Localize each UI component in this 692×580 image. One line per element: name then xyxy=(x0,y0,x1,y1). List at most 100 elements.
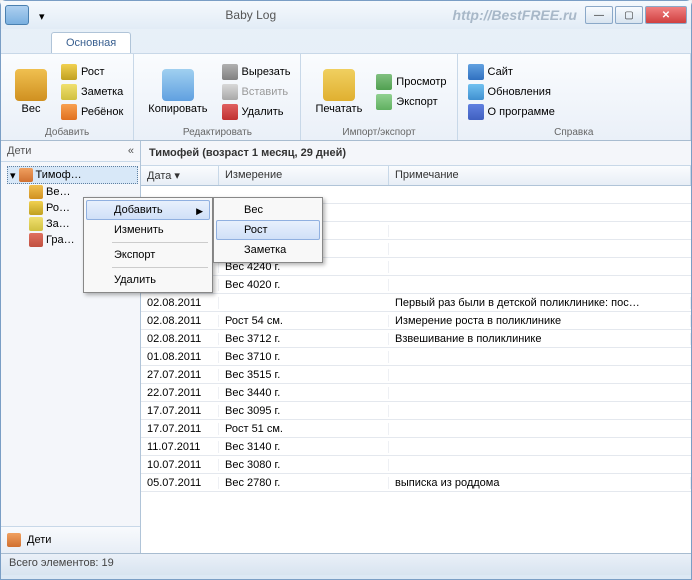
site-button[interactable]: Сайт xyxy=(466,63,557,81)
tree-item-child[interactable]: ▾ Тимоф… xyxy=(7,166,138,184)
ctx-sub-height[interactable]: Рост xyxy=(216,220,320,240)
globe-icon xyxy=(468,64,484,80)
separator xyxy=(112,267,208,268)
maximize-button[interactable]: ▢ xyxy=(615,6,643,24)
context-menu: Добавить▶ Изменить Экспорт Удалить xyxy=(83,197,213,293)
minimize-button[interactable]: — xyxy=(585,6,613,24)
ctx-export[interactable]: Экспорт xyxy=(86,245,210,265)
chart-icon xyxy=(29,233,43,247)
cell-measurement: Вес 3712 г. xyxy=(219,333,389,345)
table-row[interactable]: 11.07.2011Вес 3140 г. xyxy=(141,438,691,456)
cell-date: 11.07.2011 xyxy=(141,441,219,453)
grid-header: Дата ▾ Измерение Примечание xyxy=(141,166,691,186)
export-icon xyxy=(376,94,392,110)
info-icon xyxy=(468,104,484,120)
table-row[interactable]: 08.08.2011Вес 4020 г. xyxy=(141,276,691,294)
close-button[interactable]: ✕ xyxy=(645,6,687,24)
ctx-edit[interactable]: Изменить xyxy=(86,220,210,240)
tab-main[interactable]: Основная xyxy=(51,32,131,53)
qat-dropdown-icon[interactable]: ▾ xyxy=(39,10,49,20)
view-button[interactable]: Просмотр xyxy=(374,73,448,91)
table-row[interactable]: 02.08.2011Вес 3712 г.Взвешивание в полик… xyxy=(141,330,691,348)
cell-date: 10.07.2011 xyxy=(141,459,219,471)
cell-measurement: Рост 54 см. xyxy=(219,315,389,327)
app-window: ▾ Baby Log http://BestFREE.ru — ▢ ✕ Осно… xyxy=(0,0,692,580)
ctx-delete[interactable]: Удалить xyxy=(86,270,210,290)
table-row[interactable]: 17.07.2011Рост 51 см. xyxy=(141,420,691,438)
window-title: Baby Log xyxy=(49,8,453,22)
table-row[interactable]: 10.07.2011Вес 3080 г. xyxy=(141,456,691,474)
cell-measurement: Вес 3080 г. xyxy=(219,459,389,471)
app-icon[interactable] xyxy=(5,5,29,25)
ribbon-tabs: Основная xyxy=(1,29,691,53)
cell-date: 02.08.2011 xyxy=(141,333,219,345)
refresh-icon xyxy=(468,84,484,100)
sidebar-footer[interactable]: Дети xyxy=(1,526,140,553)
collapse-icon[interactable]: « xyxy=(128,145,134,157)
ctx-sub-note[interactable]: Заметка xyxy=(216,240,320,260)
cell-date: 22.07.2011 xyxy=(141,387,219,399)
paste-button[interactable]: Вставить xyxy=(220,83,293,101)
person-icon xyxy=(19,168,33,182)
cell-note: выписка из роддома xyxy=(389,477,691,489)
cell-date: 02.08.2011 xyxy=(141,315,219,327)
ctx-add[interactable]: Добавить▶ xyxy=(86,200,210,220)
ribbon-group-edit: Копировать Вырезать Вставить Удалить Ред… xyxy=(134,54,301,140)
cell-note: Первый раз были в детской поликлинике: п… xyxy=(389,297,691,309)
ruler-icon xyxy=(29,201,43,215)
column-measurement[interactable]: Измерение xyxy=(219,166,389,185)
column-note[interactable]: Примечание xyxy=(389,166,691,185)
table-row[interactable]: 02.08.2011 Первый раз были в детской поли… xyxy=(141,294,691,312)
table-row[interactable]: 02.08.2011Рост 54 см.Измерение роста в п… xyxy=(141,312,691,330)
scale-icon xyxy=(29,185,43,199)
cell-date: 17.07.2011 xyxy=(141,423,219,435)
child-button[interactable]: Ребёнок xyxy=(59,103,125,121)
watermark: http://BestFREE.ru xyxy=(453,7,577,23)
context-submenu: Вес Рост Заметка xyxy=(213,197,323,263)
cut-button[interactable]: Вырезать xyxy=(220,63,293,81)
sidebar-header: Дети « xyxy=(1,141,140,162)
cell-date: 17.07.2011 xyxy=(141,405,219,417)
weight-label: Вес xyxy=(22,103,41,115)
height-button[interactable]: Рост xyxy=(59,63,125,81)
ctx-sub-weight[interactable]: Вес xyxy=(216,200,320,220)
titlebar: ▾ Baby Log http://BestFREE.ru — ▢ ✕ xyxy=(1,1,691,29)
column-date[interactable]: Дата ▾ xyxy=(141,166,219,185)
updates-button[interactable]: Обновления xyxy=(466,83,557,101)
note-button[interactable]: Заметка xyxy=(59,83,125,101)
cell-date: 02.08.2011 xyxy=(141,297,219,309)
cell-date: 27.07.2011 xyxy=(141,369,219,381)
statusbar: Всего элементов: 19 xyxy=(1,553,691,575)
sort-icon: ▾ xyxy=(174,170,180,182)
copy-icon xyxy=(162,69,194,101)
ruler-icon xyxy=(61,64,77,80)
ribbon-group-help: Сайт Обновления О программе Справка xyxy=(458,54,691,140)
copy-button[interactable]: Копировать xyxy=(142,67,213,117)
cell-measurement: Рост 51 см. xyxy=(219,423,389,435)
group-label: Добавить xyxy=(9,125,125,138)
cell-measurement: Вес 3140 г. xyxy=(219,441,389,453)
table-row[interactable]: 17.07.2011Вес 3095 г. xyxy=(141,402,691,420)
export-button[interactable]: Экспорт xyxy=(374,93,448,111)
about-button[interactable]: О программе xyxy=(466,103,557,121)
chevron-right-icon: ▶ xyxy=(196,206,203,217)
cell-date: 05.07.2011 xyxy=(141,477,219,489)
main-header: Тимофей (возраст 1 месяц, 29 дней) xyxy=(141,141,691,166)
table-row[interactable]: 01.08.2011Вес 3710 г. xyxy=(141,348,691,366)
cell-measurement: Вес 3515 г. xyxy=(219,369,389,381)
cell-note: Взвешивание в поликлинике xyxy=(389,333,691,345)
table-row[interactable]: 27.07.2011Вес 3515 г. xyxy=(141,366,691,384)
delete-button[interactable]: Удалить xyxy=(220,103,293,121)
delete-icon xyxy=(222,104,238,120)
expand-icon[interactable]: ▾ xyxy=(10,169,16,182)
ribbon-group-io: Печатать Просмотр Экспорт Импорт/экспорт xyxy=(301,54,457,140)
cell-measurement: Вес 4020 г. xyxy=(219,279,389,291)
table-row[interactable]: 22.07.2011Вес 3440 г. xyxy=(141,384,691,402)
print-button[interactable]: Печатать xyxy=(309,67,368,117)
weight-button[interactable]: Вес xyxy=(9,67,53,117)
cell-date: 01.08.2011 xyxy=(141,351,219,363)
print-icon xyxy=(323,69,355,101)
cell-note: Измерение роста в поликлинике xyxy=(389,315,691,327)
ribbon-group-add: Вес Рост Заметка Ребёнок Добавить xyxy=(1,54,134,140)
table-row[interactable]: 05.07.2011Вес 2780 г.выписка из роддома xyxy=(141,474,691,492)
